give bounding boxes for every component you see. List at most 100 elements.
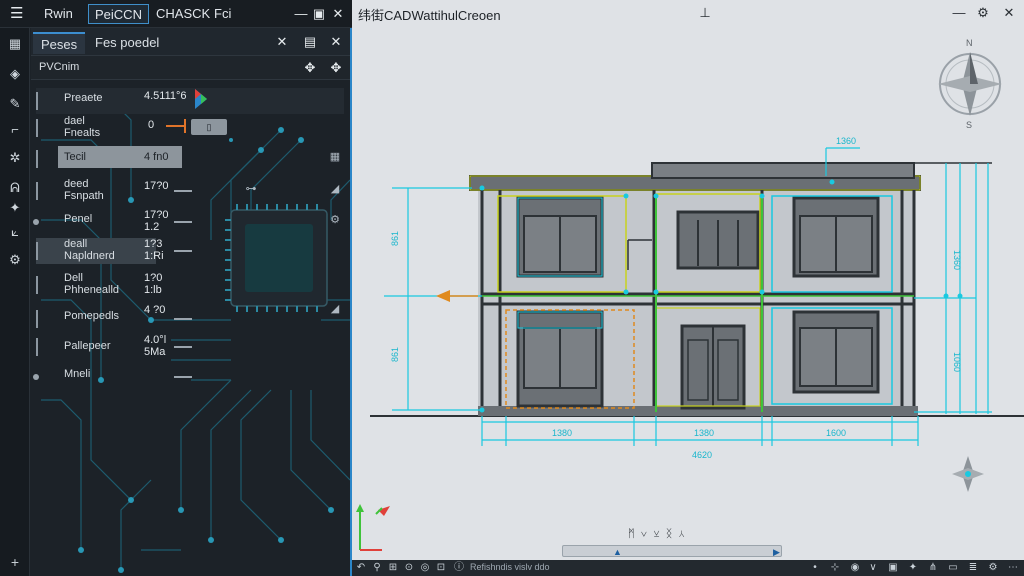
status-window-icon[interactable]: ▭ [946,561,960,575]
pin-icon[interactable]: ✥ [327,59,345,77]
select-tool-icon[interactable]: ◈ [5,64,25,84]
row-marker [36,276,38,294]
link-icon[interactable]: ⊶ [244,182,258,196]
property-value: 1?0 1:lb [144,272,163,296]
sun-tool-icon[interactable]: ✲ [5,148,25,168]
slider-track[interactable] [174,346,192,348]
horizontal-scrollbar[interactable]: ▲ ▶ [562,545,782,557]
menu-bar: ☰ Rwin PeiCCN CHASCK Fci — ▣ ✕ [0,0,352,28]
entrance-door [680,324,746,410]
measure-tool-icon[interactable]: ⟀ [5,222,25,242]
scroll-marker-icon[interactable]: ▲ [613,547,622,557]
status-gear-icon[interactable]: ⚙ [986,561,1000,575]
pen-tool-icon[interactable]: ✎ [5,94,25,114]
panel-subheader-title: PVCnim [39,61,80,73]
property-row-2[interactable]: dael Fnealts 0 ▯ [36,115,346,141]
roof-parapet [469,162,992,191]
layers-tool-icon[interactable]: ▦ [5,34,25,54]
property-row-9[interactable]: Pallepeer 4.0°l 5Ma [36,334,346,360]
row-marker [36,150,38,168]
property-row-8[interactable]: Pomepedls 4 ?0 [36,304,346,332]
hamburger-menu-icon[interactable]: ☰ [10,6,26,22]
status-tree-icon[interactable]: ⋔ [926,561,940,575]
property-row-4[interactable]: deed Fsnpath 17?0 ⊶ ◢ [36,178,346,204]
grid-icon[interactable]: ▦ [328,150,342,164]
color-picker-icon[interactable] [192,87,210,113]
arc-tool-icon[interactable]: ᕱ [5,178,25,198]
axis-gizmo-icon [356,504,390,551]
slider-track[interactable] [174,318,192,320]
slider-track[interactable] [174,190,192,192]
row-marker [36,92,38,110]
status-menu-icon[interactable]: ⋯ [1006,561,1020,575]
slider-track[interactable] [174,376,192,378]
building-elevation-drawing[interactable]: 861 861 1360 1060 1380 1380 1600 4620 13… [352,0,1024,576]
status-frame-icon[interactable]: ▣ [886,561,900,575]
property-row-6[interactable]: deall Napldnerd 1?3 1:Ri [36,238,192,264]
tab-close-icon[interactable]: ✕ [273,33,291,51]
property-label: Mneli [64,368,91,380]
status-star-icon[interactable]: ✦ [906,561,920,575]
stairs-tool-icon[interactable]: ⌐ [5,120,25,140]
dim-right-lower: 1060 [952,352,962,372]
orange-marker-bar [184,119,186,133]
status-grid-icon[interactable]: ⊞ [386,561,400,575]
property-value: 4 fn0 [144,151,169,163]
orange-marker [166,125,184,127]
slider-track[interactable] [174,250,192,252]
status-chevron-icon[interactable]: ∨ [866,561,880,575]
scroll-end-icon[interactable]: ▶ [773,547,780,558]
property-row-10[interactable]: Mneli [33,364,346,390]
property-value: 4.5111°6 [144,90,187,102]
status-info-icon[interactable]: ⓘ [452,561,466,575]
status-blue-icon[interactable]: ◉ [848,561,862,575]
minimize-icon[interactable]: — [292,5,310,23]
menu-item-3[interactable]: CHASCK [150,4,216,24]
dim-left-lower: 861 [390,347,400,362]
panel-close-icon[interactable]: ✕ [327,33,345,51]
status-undo-icon[interactable]: ↶ [354,561,368,575]
status-target-icon[interactable]: ⊹ [828,561,842,575]
menu-item-1[interactable]: Rwin [38,4,79,24]
settings-icon[interactable]: ⚙ [328,213,342,227]
status-lock-icon[interactable]: ⊙ [402,561,416,575]
property-row-1[interactable]: Preaete 4.5111°6 [36,88,344,114]
navigation-compass-icon[interactable] [948,452,988,496]
property-value: 17?0 1.2 [144,209,169,233]
status-globe-icon[interactable]: ◎ [418,561,432,575]
tab-fes-poedel[interactable]: Fes poedel [87,32,167,54]
property-label: Pomepedls [64,310,120,322]
bottom-status-bar: ↶ ⚲ ⊞ ⊙ ◎ ⊡ ⓘ Refishndis vislv ddo • ⊹ ◉… [352,560,1024,576]
status-layers-icon[interactable]: ≣ [966,561,980,575]
cad-canvas[interactable]: 纬街CADWattihulCreoen ⊥ — ⚙ ✕ N S 861 861 … [352,0,1024,576]
menu-item-4[interactable]: Fci [208,4,237,24]
panel-grid-icon[interactable]: ▤ [301,33,319,51]
menu-item-2[interactable]: PeiCCN [88,4,149,24]
property-label: dael Fnealts [64,115,101,139]
property-row-3[interactable]: Tecil 4 fn0 ▦ [36,146,346,172]
restore-icon[interactable]: ▣ [310,5,328,23]
property-label: Tecil [64,151,87,163]
window-lower-left [516,310,604,408]
pin-tool-icon[interactable]: ✦ [5,198,25,218]
window-upper-right [792,196,880,278]
settings-tool-icon[interactable]: ⚙ [5,250,25,270]
close-icon[interactable]: ✕ [329,5,347,23]
add-icon[interactable]: + [0,548,30,576]
status-dot-icon[interactable]: • [808,561,822,575]
slider-track[interactable] [174,221,192,223]
property-row-5[interactable]: Penel 17?0 1.2 ⚙ [33,209,346,235]
property-label: Pallepeer [64,340,111,352]
snap-tool-icons[interactable]: ᛗ∨⊻ᛝ⅄ [628,528,691,540]
property-row-7[interactable]: Dell Phhenealld 1?0 1:lb ◢ [36,272,346,315]
status-snap-icon[interactable]: ⊡ [434,561,448,575]
dim-left-upper: 861 [390,231,400,246]
status-cursor-icon[interactable]: ⚲ [370,561,384,575]
orange-arrow-icon [436,290,450,302]
move-icon[interactable]: ✥ [301,59,319,77]
tab-peses[interactable]: Peses [33,32,86,54]
resize-icon[interactable]: ◢ [328,182,342,196]
row-marker [36,182,38,200]
toggle-field[interactable]: ▯ [191,119,227,135]
property-value: 4 ?0 [144,304,166,316]
